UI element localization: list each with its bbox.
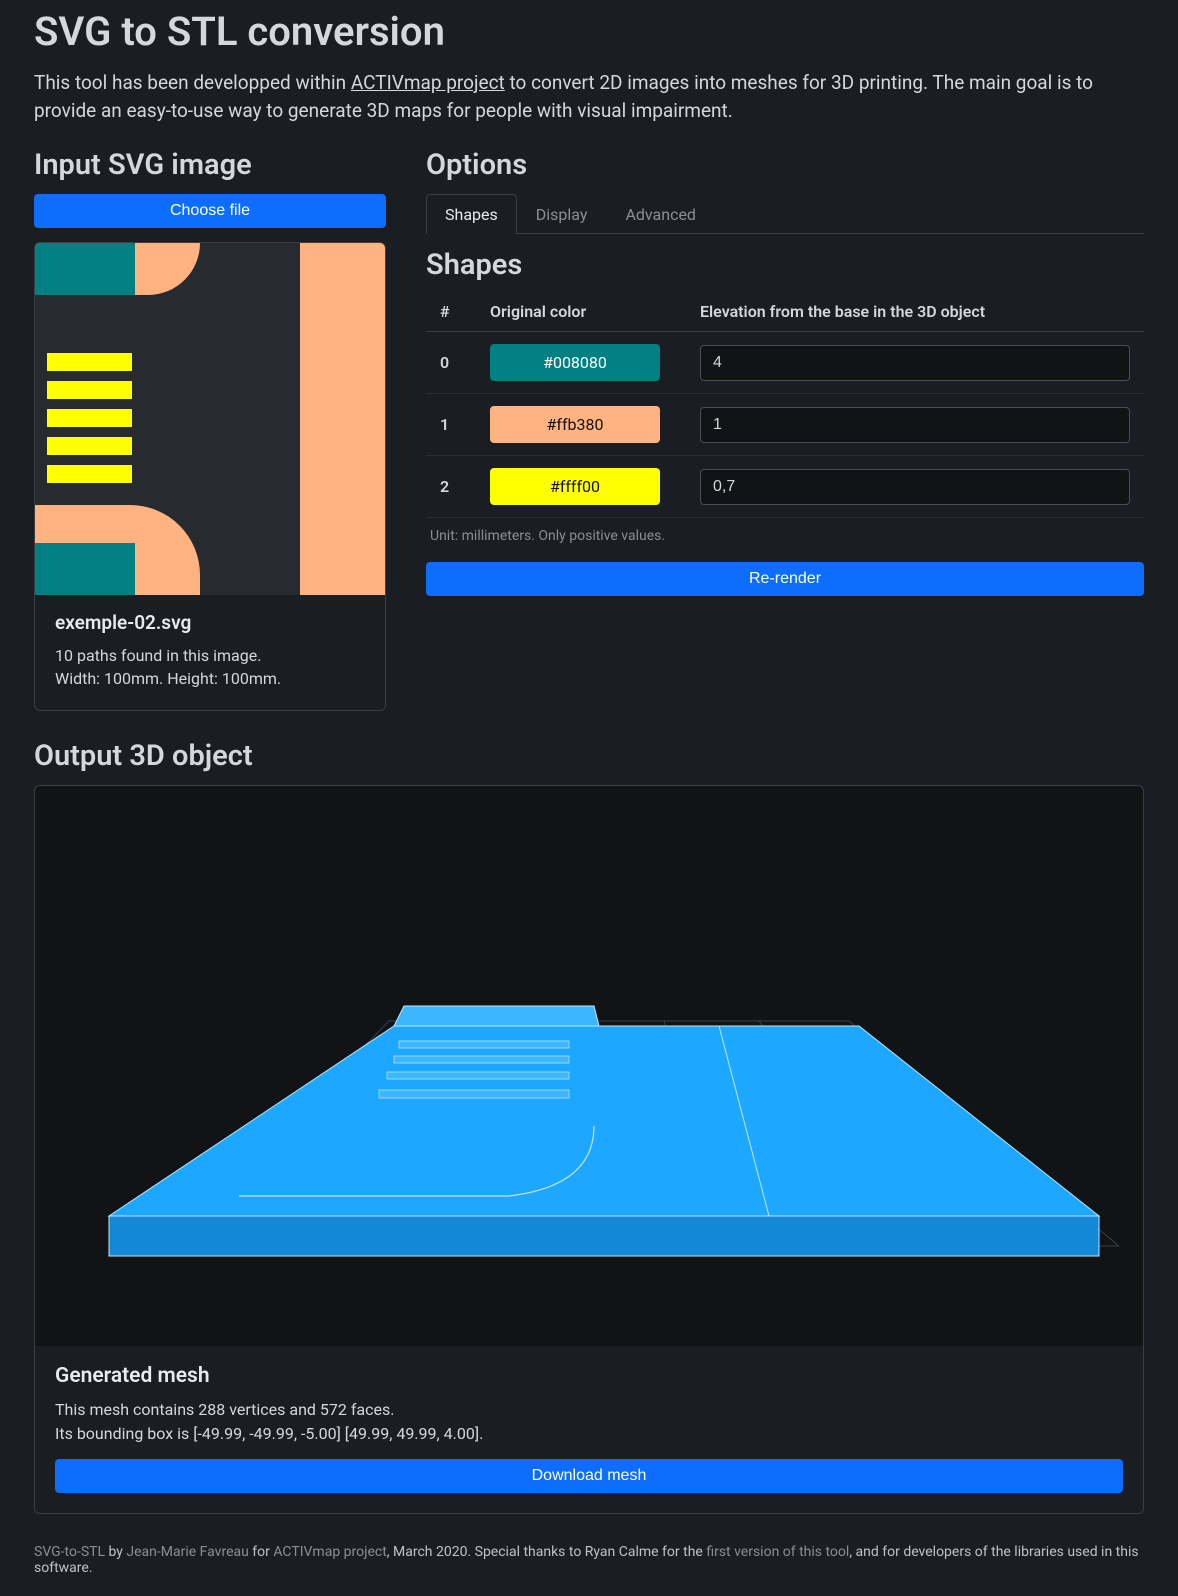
table-header-elevation: Elevation from the base in the 3D object [700,302,1130,321]
svg-shape [35,543,135,595]
table-header-index: # [440,302,490,321]
svg-shape [47,353,132,371]
input-preview-card: exemple-02.svg 10 paths found in this im… [34,242,386,711]
mesh-title: Generated mesh [55,1364,1123,1388]
row-index: 1 [440,415,490,434]
row-index: 2 [440,477,490,496]
color-swatch: #ffb380 [490,406,660,443]
choose-file-button[interactable]: Choose file [34,194,386,228]
download-mesh-button[interactable]: Download mesh [55,1459,1123,1493]
footer-link-firstversion[interactable]: first version of this tool [706,1544,849,1560]
page-title: SVG to STL conversion [34,8,1144,55]
output-heading: Output 3D object [34,739,1144,773]
input-heading: Input SVG image [34,148,386,182]
page-lead: This tool has been developped within ACT… [34,69,1144,124]
mesh-viewport[interactable] [35,786,1143,1346]
tab-display[interactable]: Display [517,194,607,234]
footer-link-activmap[interactable]: ACTIVmap project [273,1544,386,1560]
mesh-info-line2: Its bounding box is [-49.99, -49.99, -5.… [55,1424,483,1443]
activmap-link[interactable]: ACTIVmap project [351,71,505,94]
rerender-button[interactable]: Re-render [426,562,1144,596]
options-tabs: Shapes Display Advanced [426,194,1144,234]
mesh-info-line1: This mesh contains 288 vertices and 572 … [55,1400,394,1419]
svg-preview [35,243,385,595]
svg-shape [300,243,385,595]
color-swatch: #008080 [490,344,660,381]
tab-advanced[interactable]: Advanced [606,194,715,234]
svg-shape [47,381,132,399]
shapes-table: # Original color Elevation from the base… [426,292,1144,518]
footer-link-author[interactable]: Jean-Marie Favreau [126,1544,248,1560]
elevation-input[interactable] [700,345,1130,381]
page-footer: SVG-to-STL by Jean-Marie Favreau for ACT… [34,1544,1144,1576]
input-dimensions: Width: 100mm. Height: 100mm. [55,667,365,690]
svg-shape [47,437,132,455]
input-filename: exemple-02.svg [55,611,365,634]
footer-link-svgtostl[interactable]: SVG-to-STL [34,1544,105,1560]
mesh-render [35,786,1143,1346]
table-row: 0 #008080 [426,332,1144,394]
table-header-color: Original color [490,302,700,321]
lead-text-before: This tool has been developped within [34,71,351,94]
unit-note: Unit: millimeters. Only positive values. [430,528,1144,544]
options-heading: Options [426,148,1144,182]
color-swatch: #ffff00 [490,468,660,505]
svg-shape [47,409,132,427]
svg-shape [47,465,132,483]
row-index: 0 [440,353,490,372]
svg-shape [35,243,135,295]
shapes-heading: Shapes [426,248,1144,282]
elevation-input[interactable] [700,469,1130,505]
tab-shapes[interactable]: Shapes [426,194,517,234]
table-row: 2 #ffff00 [426,456,1144,518]
output-card: Generated mesh This mesh contains 288 ve… [34,785,1144,1513]
input-paths-found: 10 paths found in this image. [55,644,365,667]
table-row: 1 #ffb380 [426,394,1144,456]
elevation-input[interactable] [700,407,1130,443]
